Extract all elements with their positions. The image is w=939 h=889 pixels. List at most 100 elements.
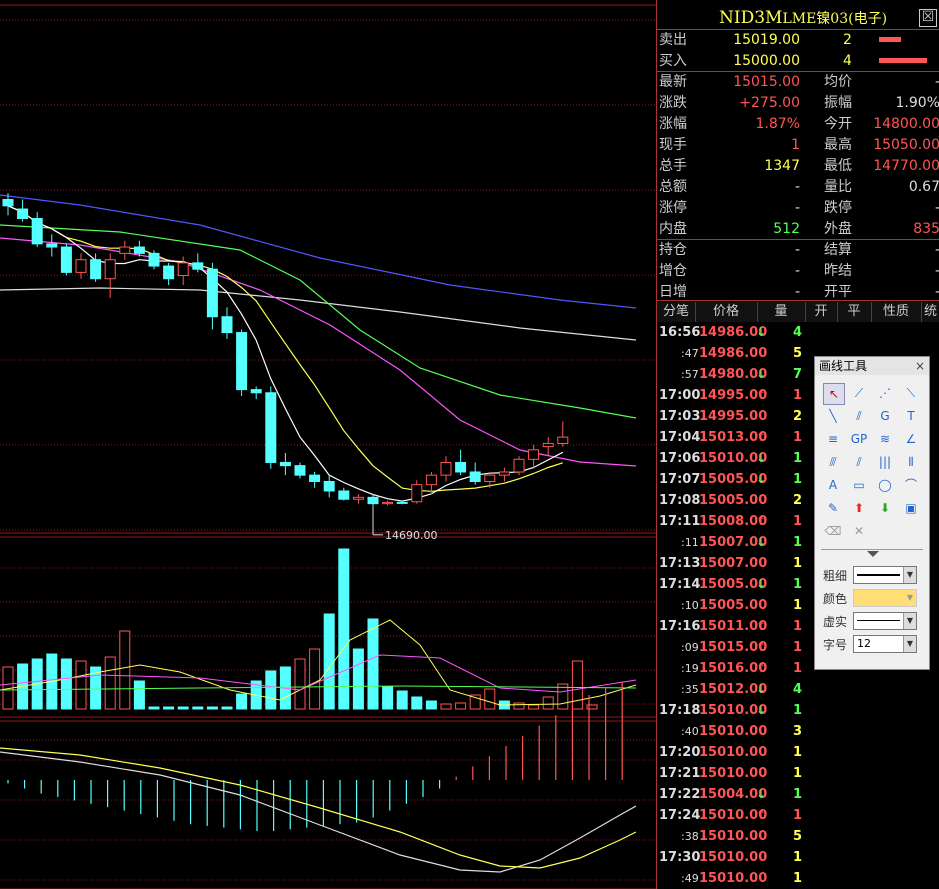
volume-bar: [119, 630, 131, 710]
pointer-icon[interactable]: ↖: [823, 383, 845, 405]
toolbox-title-bar[interactable]: 画线工具 ×: [815, 357, 929, 375]
quote-label: 总额: [659, 179, 687, 195]
save-icon[interactable]: ▣: [901, 498, 921, 518]
dropdown-arrow-icon[interactable]: ▼: [903, 567, 916, 583]
candle-body: [440, 461, 452, 476]
up-arrow-icon[interactable]: ⬆: [849, 498, 869, 518]
trade-time: :57: [681, 368, 699, 381]
band-icon[interactable]: ⫽: [849, 452, 869, 472]
tab-2[interactable]: 量: [757, 302, 806, 322]
quote-row: 涨幅 1.87% 今开 14800.00: [657, 114, 939, 135]
quote-row: 总手 1347 最低 14770.00: [657, 156, 939, 177]
divider: [657, 300, 939, 301]
quote-value: 14800.00: [873, 116, 939, 132]
gp-icon[interactable]: GP: [849, 429, 869, 449]
quote-value: 15050.00: [873, 137, 939, 153]
arrow-down-icon: ↓: [756, 325, 767, 339]
close-icon[interactable]: ☒: [919, 9, 937, 27]
chart-area[interactable]: 14690.00: [0, 0, 656, 889]
cycle-icon[interactable]: ⦀: [901, 452, 921, 472]
channel-icon[interactable]: ≋: [875, 429, 895, 449]
trade-row: :19 15016.00 ↑ 1: [657, 658, 827, 679]
text-icon[interactable]: A: [823, 475, 843, 495]
segment-icon[interactable]: ╲: [823, 406, 843, 426]
arrow-down-icon: ↓: [756, 787, 767, 801]
prop-label: 字号: [823, 638, 848, 652]
dif-line: [0, 751, 637, 873]
fib-icon[interactable]: ≡: [823, 429, 843, 449]
line-icon[interactable]: ⟋: [849, 383, 869, 403]
prop-select[interactable]: ▼: [853, 612, 917, 630]
candle-body: [119, 246, 131, 254]
kline-chart[interactable]: 14690.00: [0, 0, 656, 889]
trade-volume: 1: [793, 871, 803, 886]
arc-icon[interactable]: ⌒: [901, 475, 921, 495]
quote-label: 总手: [659, 158, 687, 174]
circle-icon[interactable]: ◯: [875, 475, 895, 495]
trade-price: 15005.00: [699, 493, 768, 508]
trend-icon[interactable]: ⫻: [823, 452, 843, 472]
parallel-icon[interactable]: ⫽: [849, 406, 869, 426]
pen-icon[interactable]: ✎: [823, 498, 843, 518]
delete-icon[interactable]: ✕: [849, 521, 869, 541]
dropdown-arrow-icon[interactable]: ▼: [904, 590, 916, 606]
trade-tabs: 分笔 价格量开平性质统: [657, 302, 939, 322]
trade-time: :47: [681, 347, 699, 360]
tab-4[interactable]: 平: [837, 302, 872, 322]
candle-body: [206, 268, 218, 318]
text-line-icon[interactable]: T: [901, 406, 921, 426]
trade-time: 16:56: [659, 325, 701, 340]
trade-volume: 7: [793, 367, 803, 382]
candle-body: [323, 480, 335, 492]
trade-row: 17:18 15010.00 ↓ 1: [657, 700, 827, 721]
collapse-arrow-icon[interactable]: [867, 551, 879, 557]
toolbox-close-icon[interactable]: ×: [915, 357, 925, 375]
quote-label: 均价: [824, 74, 852, 90]
arrow-up-icon: ↑: [756, 619, 767, 633]
tab-3[interactable]: 开: [805, 302, 838, 322]
drawing-toolbox[interactable]: 画线工具 × ↖ ⟋ ⋰ ⟍ ╲ ⫽ G T ≡ GP ≋ ∠ ⫻ ⫽ ||| ⦀ A ▭ ◯ ⌒ ✎ ⬆ ⬇ ▣ ⌫ ✕ 粗细 ▼…: [814, 356, 930, 670]
dropdown-arrow-icon[interactable]: ▼: [903, 613, 916, 629]
trade-volume: 1: [793, 661, 803, 676]
trade-volume: 1: [793, 514, 803, 529]
candle-body: [513, 458, 525, 473]
order-label: 卖出: [659, 32, 687, 48]
gann-icon[interactable]: G: [875, 406, 895, 426]
prop-select[interactable]: ▼: [853, 589, 917, 607]
tab-1[interactable]: 价格: [695, 302, 758, 322]
prop-select[interactable]: ▼: [853, 566, 917, 584]
trade-row: :49 15010.00 1: [657, 868, 827, 889]
trade-price: 14995.00: [699, 409, 768, 424]
order-price: 15019.00: [733, 32, 800, 48]
down-arrow-icon[interactable]: ⬇: [875, 498, 895, 518]
bars-icon[interactable]: |||: [875, 452, 895, 472]
trade-row: :11 15007.00 ↓ 1: [657, 532, 827, 553]
quote-label: 今开: [824, 116, 852, 132]
erase-icon[interactable]: ⌫: [823, 521, 843, 541]
trade-volume: 1: [793, 808, 803, 823]
volume-bar: [455, 702, 467, 710]
dropdown-arrow-icon[interactable]: ▼: [903, 636, 916, 652]
volume-bar: [309, 648, 321, 710]
quote-row: 内盘 512 外盘 835: [657, 219, 939, 240]
rectangle-icon[interactable]: ▭: [849, 475, 869, 495]
tab-0[interactable]: 分笔: [657, 302, 696, 322]
trade-time: :11: [681, 536, 699, 549]
angle-icon[interactable]: ∠: [901, 429, 921, 449]
prop-select[interactable]: 12 ▼: [853, 635, 917, 653]
trade-time: 17:07: [659, 472, 701, 487]
trade-row: :10 15005.00 1: [657, 595, 827, 616]
trade-price: 15010.00: [699, 766, 768, 781]
volume-bar: [440, 703, 452, 710]
ray-icon[interactable]: ⟍: [901, 383, 921, 403]
quote-value: -: [794, 200, 800, 216]
quote-label: 涨跌: [659, 95, 687, 111]
trade-volume: 1: [793, 787, 803, 802]
trade-row: :35 15012.00 ↓ 4: [657, 679, 827, 700]
fan-icon[interactable]: ⋰: [875, 383, 895, 403]
prop-label: 虚实: [823, 615, 848, 629]
tab-6[interactable]: 统: [921, 302, 939, 322]
trade-row: :40 15010.00 3: [657, 721, 827, 742]
volume-bar: [236, 693, 248, 710]
tab-5[interactable]: 性质: [871, 302, 922, 322]
